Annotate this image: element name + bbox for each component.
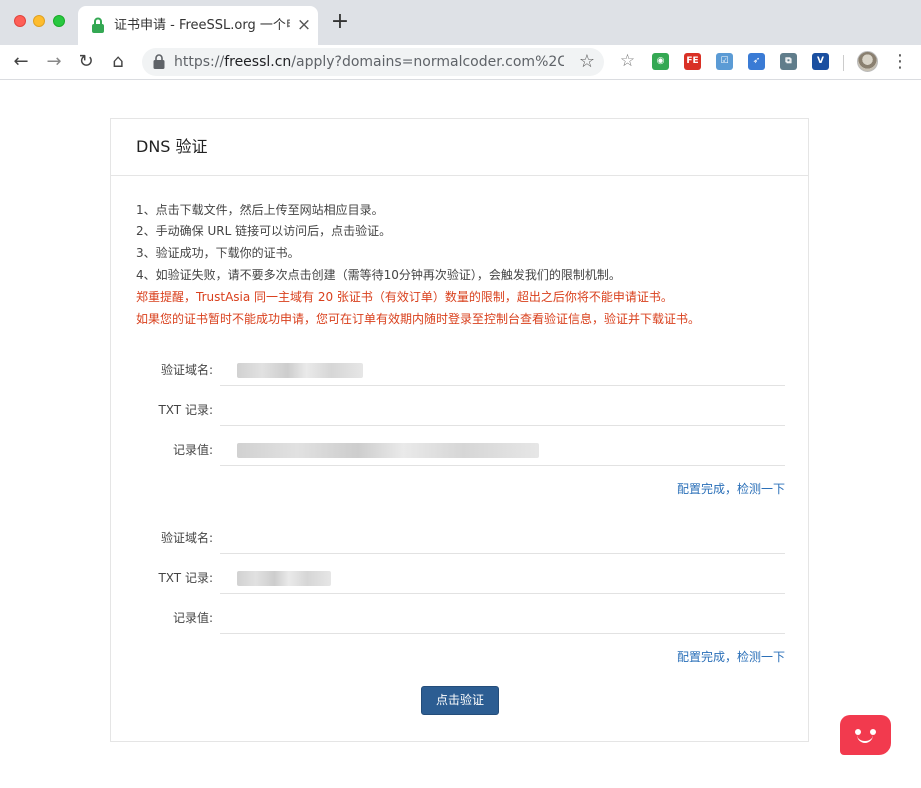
bookmark-star-icon[interactable]: ☆	[577, 52, 597, 72]
badge-smile	[857, 735, 873, 743]
window-ext-icon[interactable]: ⧉	[780, 53, 797, 70]
redacted-domain	[237, 363, 363, 378]
row-divider	[220, 385, 785, 386]
txt-label: TXT 记录:	[158, 571, 213, 585]
checkbox-ext-icon[interactable]: ☑	[716, 53, 733, 70]
warning-console: 如果您的证书暂时不能成功申请，您可在订单有效期内随时登录至控制台查看验证信息，验…	[136, 312, 701, 326]
chrome-ext-icon[interactable]: ◉	[652, 53, 669, 70]
bookmark-star-ext-icon[interactable]: ☆	[619, 53, 636, 70]
lock-icon	[92, 17, 104, 33]
rocket-ext-icon[interactable]: ➶	[748, 53, 765, 70]
check-config-link[interactable]: 配置完成，检测一下	[677, 649, 785, 665]
domain-label: 验证域名:	[160, 363, 213, 377]
row-divider	[220, 633, 785, 634]
txt-label: TXT 记录:	[158, 403, 213, 417]
redacted-txt	[237, 571, 331, 586]
dns-verify-panel: DNS 验证 1、点击下载文件，然后上传至网站相应目录。 2、手动确保 URL …	[110, 118, 809, 742]
fe-ext-icon[interactable]: FE	[684, 53, 701, 70]
tab-close-icon[interactable]: ×	[295, 16, 313, 34]
browser-toolbar: ← → ↻ ⌂ https://freessl.cn/apply?domains…	[0, 45, 921, 80]
instruction-1: 1、点击下载文件，然后上传至网站相应目录。	[136, 203, 384, 217]
instruction-3: 3、验证成功，下载你的证书。	[136, 246, 300, 260]
redacted-value	[237, 443, 539, 458]
row-divider	[220, 553, 785, 554]
url-scheme: https://	[174, 54, 225, 70]
url-host: freessl.cn	[224, 54, 292, 70]
row-divider	[220, 593, 785, 594]
browser-titlebar: 证书申请 - FreeSSL.org 一个申 × +	[0, 0, 921, 45]
browser-tab[interactable]: 证书申请 - FreeSSL.org 一个申 ×	[78, 6, 318, 45]
warning-limit: 郑重提醒，TrustAsia 同一主域有 20 张证书（有效订单）数量的限制，超…	[136, 290, 673, 304]
instruction-4: 4、如验证失败，请不要多次点击创建（需等待10分钟再次验证），会触发我们的限制机…	[136, 268, 621, 282]
value-label: 记录值:	[172, 443, 213, 457]
page-title: DNS 验证	[136, 137, 208, 156]
new-tab-button[interactable]: +	[330, 11, 350, 33]
check-config-link[interactable]: 配置完成，检测一下	[677, 481, 785, 497]
tab-title: 证书申请 - FreeSSL.org 一个申	[114, 18, 290, 33]
v-ext-icon[interactable]: V	[812, 53, 829, 70]
chat-widget-icon[interactable]	[840, 715, 891, 755]
home-icon[interactable]: ⌂	[107, 51, 129, 73]
row-divider	[220, 425, 785, 426]
row-divider	[220, 465, 785, 466]
zoom-window-button[interactable]	[53, 15, 65, 27]
profile-avatar[interactable]	[857, 51, 878, 72]
verify-button[interactable]: 点击验证	[421, 686, 499, 715]
back-arrow-icon[interactable]: ←	[10, 51, 32, 73]
reload-icon[interactable]: ↻	[75, 51, 97, 73]
instruction-2: 2、手动确保 URL 链接可以访问后，点击验证。	[136, 224, 392, 238]
toolbar-divider	[843, 55, 844, 71]
url-text: https://freessl.cn/apply?domains=normalc…	[174, 53, 564, 71]
domain-label: 验证域名:	[160, 531, 213, 545]
secure-lock-icon	[153, 54, 165, 69]
value-label: 记录值:	[172, 611, 213, 625]
panel-header: DNS 验证	[111, 119, 808, 176]
url-path: /apply?domains=normalcoder.com%2Cw...	[291, 54, 564, 70]
address-bar[interactable]: https://freessl.cn/apply?domains=normalc…	[142, 48, 604, 76]
close-window-button[interactable]	[14, 15, 26, 27]
forward-arrow-icon[interactable]: →	[43, 51, 65, 73]
more-menu-icon[interactable]: ⋮	[891, 51, 909, 73]
minimize-window-button[interactable]	[33, 15, 45, 27]
